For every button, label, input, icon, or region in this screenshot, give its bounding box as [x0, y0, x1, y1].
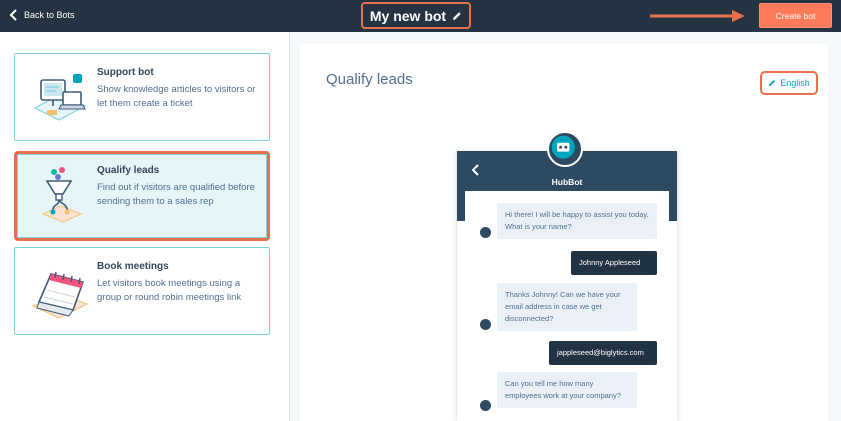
create-bot-button[interactable]: Create bot: [759, 3, 832, 28]
bot-type-title: Qualify leads: [97, 165, 160, 176]
chat-message-bot: Hi there! I will be happy to assist you …: [497, 203, 657, 239]
chevron-left-icon[interactable]: [471, 163, 481, 177]
language-label: English: [780, 78, 810, 88]
preview-title: Qualify leads: [326, 71, 413, 88]
chat-message-bot: Can you tell me how many employees work …: [497, 372, 637, 408]
chat-message-user: jappleseed@biglytics.com: [549, 341, 657, 365]
chat-bot-name: HubBot: [551, 177, 583, 187]
bot-type-title: Book meetings: [97, 261, 169, 272]
calendar-icon: [31, 271, 89, 319]
bot-name: My new bot: [369, 7, 447, 24]
bot-avatar-icon: [480, 319, 491, 330]
back-label: Back to Bots: [24, 10, 75, 20]
back-to-bots-link[interactable]: Back to Bots: [9, 9, 75, 21]
bot-type-book-meetings[interactable]: Book meetings Let visitors book meetings…: [14, 247, 270, 335]
bot-type-list: Support bot Show knowledge articles to v…: [0, 32, 290, 421]
bot-type-qualify-leads[interactable]: Qualify leads Find out if visitors are q…: [14, 151, 270, 241]
bot-type-support[interactable]: Support bot Show knowledge articles to v…: [14, 53, 270, 141]
bot-type-description: Let visitors book meetings using a group…: [97, 278, 242, 303]
bot-avatar-icon: [547, 131, 583, 167]
bot-avatar-icon: [480, 400, 491, 411]
chat-message-bot: Thanks Johnny! Can we have your email ad…: [497, 283, 637, 331]
bot-avatar-icon: [480, 227, 491, 238]
chevron-left-icon: [9, 9, 17, 21]
funnel-icon: [41, 167, 83, 223]
pencil-icon: [769, 80, 776, 87]
chat-message-user: Johnny Appleseed: [571, 251, 657, 275]
language-button[interactable]: English: [760, 71, 818, 95]
bot-name-editor[interactable]: My new bot: [361, 2, 471, 29]
chat-widget-preview: HubBot Hi there! I will be happy to assi…: [457, 151, 677, 421]
bot-type-description: Find out if visitors are qualified befor…: [97, 182, 255, 207]
preview-area: Qualify leads English HubBot Hi there! I…: [290, 32, 841, 421]
chat-messages: Hi there! I will be happy to assist you …: [465, 191, 669, 421]
bot-type-description: Show knowledge articles to visitors or l…: [97, 84, 256, 109]
preview-card: Qualify leads English HubBot Hi there! I…: [300, 44, 828, 421]
pencil-icon[interactable]: [452, 11, 462, 21]
top-bar: Back to Bots My new bot Create bot: [0, 0, 841, 32]
bot-face-icon: [551, 135, 575, 159]
arrow-right-icon: [650, 10, 745, 22]
computer-support-icon: [33, 74, 87, 121]
bot-type-title: Support bot: [97, 67, 154, 78]
